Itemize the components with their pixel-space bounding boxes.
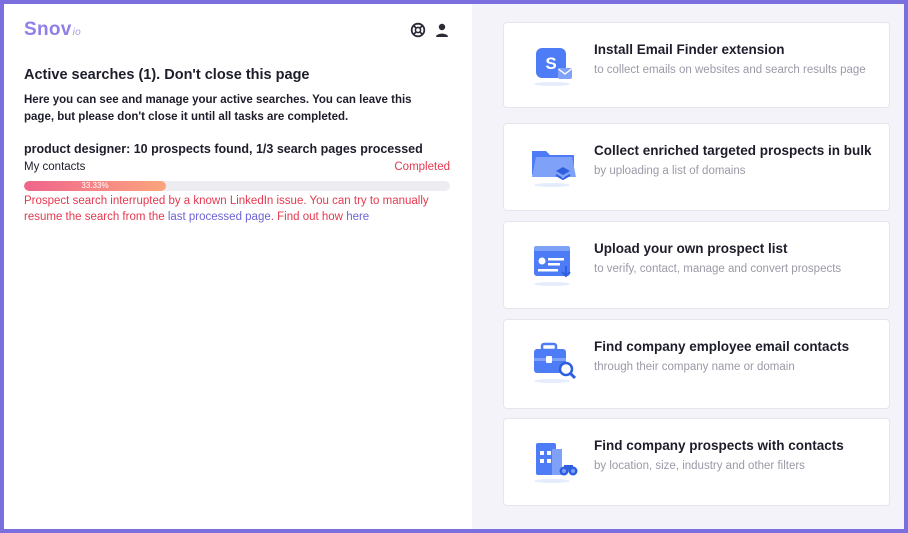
upload-list-icon xyxy=(528,244,580,288)
card-title: Find company prospects with contacts xyxy=(594,438,844,453)
user-icon[interactable] xyxy=(434,22,450,38)
card-install-extension[interactable]: S Install Email Finder extension to coll… xyxy=(503,22,890,108)
status-badge: Completed xyxy=(394,161,450,173)
briefcase-search-icon xyxy=(528,341,580,385)
svg-text:S: S xyxy=(545,54,556,73)
list-name[interactable]: My contacts xyxy=(24,161,85,173)
error-message: Prospect search interrupted by a known L… xyxy=(24,195,429,223)
card-subtitle: by location, size, industry and other fi… xyxy=(594,460,805,472)
card-subtitle: to verify, contact, manage and convert p… xyxy=(594,263,842,275)
last-processed-page-link[interactable]: last processed page xyxy=(168,211,271,223)
page-title: Active searches (1). Don't close this pa… xyxy=(24,67,310,83)
card-find-employee[interactable]: Find company employee email contacts thr… xyxy=(503,319,890,409)
card-title: Collect enriched targeted prospects in b… xyxy=(594,143,872,158)
card-subtitle: to collect emails on websites and search… xyxy=(594,64,866,76)
page-description: Here you can see and manage your active … xyxy=(24,94,412,123)
card-collect-prospects[interactable]: Collect enriched targeted prospects in b… xyxy=(503,123,890,211)
card-title: Find company employee email contacts xyxy=(594,339,850,354)
card-title: Install Email Finder extension xyxy=(594,42,785,57)
app-frame: Snovio Active searches (1). Don't close … xyxy=(4,4,904,529)
support-icon[interactable] xyxy=(410,22,426,38)
find-out-how-link[interactable]: here xyxy=(346,211,369,223)
active-searches-panel: Snovio Active searches (1). Don't close … xyxy=(4,4,472,529)
card-subtitle: through their company name or domain xyxy=(594,361,795,373)
header-icons xyxy=(410,22,450,38)
building-binoculars-icon xyxy=(528,441,580,485)
progress-label: 33.33% xyxy=(81,181,109,190)
folder-layers-icon xyxy=(528,145,580,189)
card-find-prospects[interactable]: Find company prospects with contacts by … xyxy=(503,418,890,506)
task-title: product designer: 10 prospects found, 1/… xyxy=(24,142,423,156)
card-title: Upload your own prospect list xyxy=(594,241,788,256)
card-subtitle: by uploading a list of domains xyxy=(594,165,746,177)
extension-icon: S xyxy=(528,44,580,88)
card-upload-list[interactable]: Upload your own prospect list to verify,… xyxy=(503,221,890,309)
logo[interactable]: Snovio xyxy=(24,19,81,41)
